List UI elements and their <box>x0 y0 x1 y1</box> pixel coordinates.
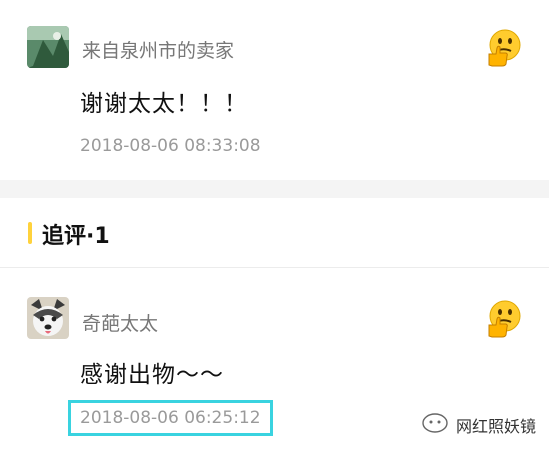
followup-section-header: 追评·1 <box>0 198 549 268</box>
section-accent-bar <box>28 222 32 244</box>
seller-comment-time: 2018-08-06 08:33:08 <box>80 136 261 156</box>
seller-avatar[interactable] <box>27 26 69 68</box>
section-gap <box>0 180 549 198</box>
followup-comment-text: 感谢出物～～ <box>80 362 224 388</box>
watermark-text: 网红照妖镜 <box>456 417 537 436</box>
thumbs-up-thinking-face-icon[interactable] <box>486 299 522 339</box>
watermark: 网红照妖镜 <box>422 412 536 438</box>
buyer-username: 奇葩太太 <box>82 313 159 335</box>
seller-comment-text: 谢谢太太！！！ <box>80 91 248 117</box>
seller-username: 来自泉州市的卖家 <box>82 40 235 62</box>
thumbs-up-thinking-face-icon[interactable] <box>486 28 522 68</box>
buyer-avatar[interactable] <box>27 297 69 339</box>
followup-section-title: 追评·1 <box>42 224 110 249</box>
time-highlight-box <box>68 400 273 436</box>
wechat-official-account-icon <box>422 412 448 438</box>
seller-comment: 来自泉州市的卖家 谢谢太太！！！ 2018-08-06 08:33:08 <box>0 0 549 180</box>
